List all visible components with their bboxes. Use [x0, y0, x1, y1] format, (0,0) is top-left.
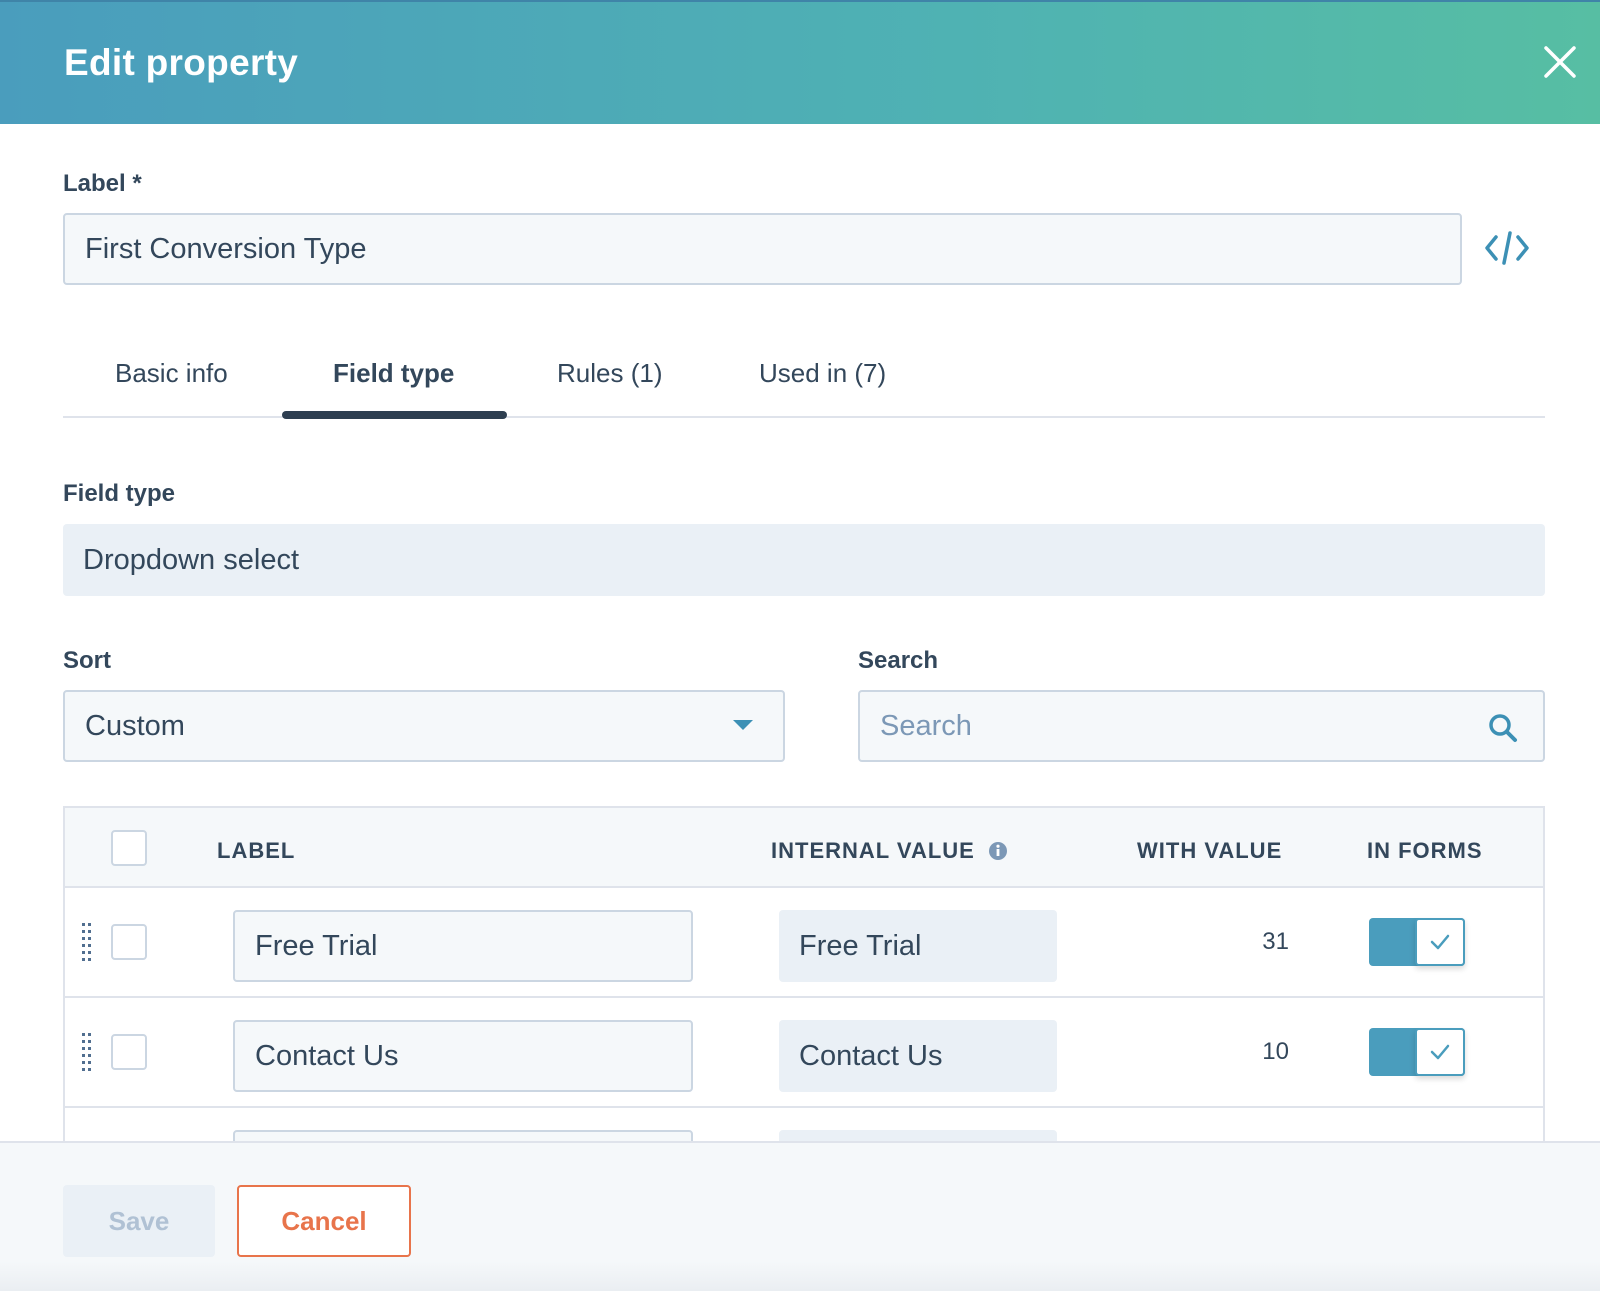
option-with-value-count: 31 [1262, 928, 1289, 955]
field-type-value-box: Dropdown select [63, 524, 1545, 596]
option-label-value: Free Trial [255, 929, 378, 962]
modal-footer: Save Cancel [0, 1141, 1600, 1291]
code-view-button[interactable] [1484, 228, 1530, 268]
check-icon [1430, 1044, 1450, 1060]
field-type-label: Field type [63, 480, 176, 507]
table-header: LABEL INTERNAL VALUE WITH VALUE IN FORMS [65, 808, 1543, 888]
toggle-knob [1415, 918, 1465, 966]
modal-header: Edit property [0, 0, 1600, 124]
option-label-input[interactable]: Free Trial [233, 910, 693, 982]
tab-field-type[interactable]: Field type [333, 358, 454, 389]
code-icon [1485, 231, 1529, 265]
option-internal-value: Free Trial [779, 910, 1057, 982]
table-row: Contact Us Contact Us 10 [65, 998, 1543, 1108]
toggle-knob [1415, 1028, 1465, 1076]
sort-label: Sort [63, 647, 111, 674]
modal-title: Edit property [64, 42, 299, 83]
row-checkbox[interactable] [111, 924, 147, 960]
in-forms-toggle[interactable] [1369, 1028, 1465, 1076]
in-forms-toggle[interactable] [1369, 918, 1465, 966]
tab-used-in[interactable]: Used in (7) [759, 358, 886, 389]
option-label-input[interactable]: Contact Us [233, 1020, 693, 1092]
option-internal-value: Contact Us [779, 1020, 1057, 1092]
field-type-value: Dropdown select [83, 543, 299, 576]
close-icon [1544, 46, 1576, 78]
close-button[interactable] [1540, 42, 1580, 82]
row-checkbox[interactable] [111, 1034, 147, 1070]
tab-basic-info[interactable]: Basic info [115, 358, 228, 389]
option-label-value: Contact Us [255, 1039, 399, 1072]
option-internal-value-text: Free Trial [799, 929, 922, 962]
sort-select[interactable]: Custom [63, 690, 785, 762]
info-icon[interactable] [988, 841, 1008, 861]
drag-handle-icon[interactable] [81, 1032, 93, 1074]
column-header-with-value: WITH VALUE [1137, 838, 1283, 863]
tab-bar: Basic info Field type Rules (1) Used in … [63, 340, 1545, 419]
drag-handle-icon[interactable] [81, 922, 93, 964]
label-field-label: Label * [63, 170, 142, 197]
cancel-button[interactable]: Cancel [237, 1185, 411, 1257]
chevron-down-icon [733, 720, 753, 730]
column-header-internal-value-text: INTERNAL VALUE [771, 838, 975, 863]
check-icon [1430, 934, 1450, 950]
search-icon[interactable] [1487, 712, 1519, 744]
column-header-internal-value: INTERNAL VALUE [771, 838, 1008, 864]
option-internal-value-text: Contact Us [799, 1039, 943, 1072]
column-header-in-forms: IN FORMS [1367, 838, 1483, 863]
label-input[interactable]: First Conversion Type [63, 213, 1462, 285]
label-input-value: First Conversion Type [85, 232, 367, 265]
search-label: Search [858, 647, 939, 674]
column-header-label: LABEL [217, 838, 296, 863]
table-row: Free Trial Free Trial 31 [65, 888, 1543, 998]
sort-select-value: Custom [85, 709, 185, 742]
search-field[interactable]: Search [858, 690, 1545, 762]
save-button[interactable]: Save [63, 1185, 215, 1257]
option-with-value-count: 10 [1262, 1038, 1289, 1065]
options-table: LABEL INTERNAL VALUE WITH VALUE IN FORMS [63, 806, 1545, 1146]
tab-rules[interactable]: Rules (1) [557, 358, 662, 389]
active-tab-indicator [282, 411, 507, 419]
search-placeholder: Search [880, 709, 972, 742]
select-all-checkbox[interactable] [111, 830, 147, 866]
